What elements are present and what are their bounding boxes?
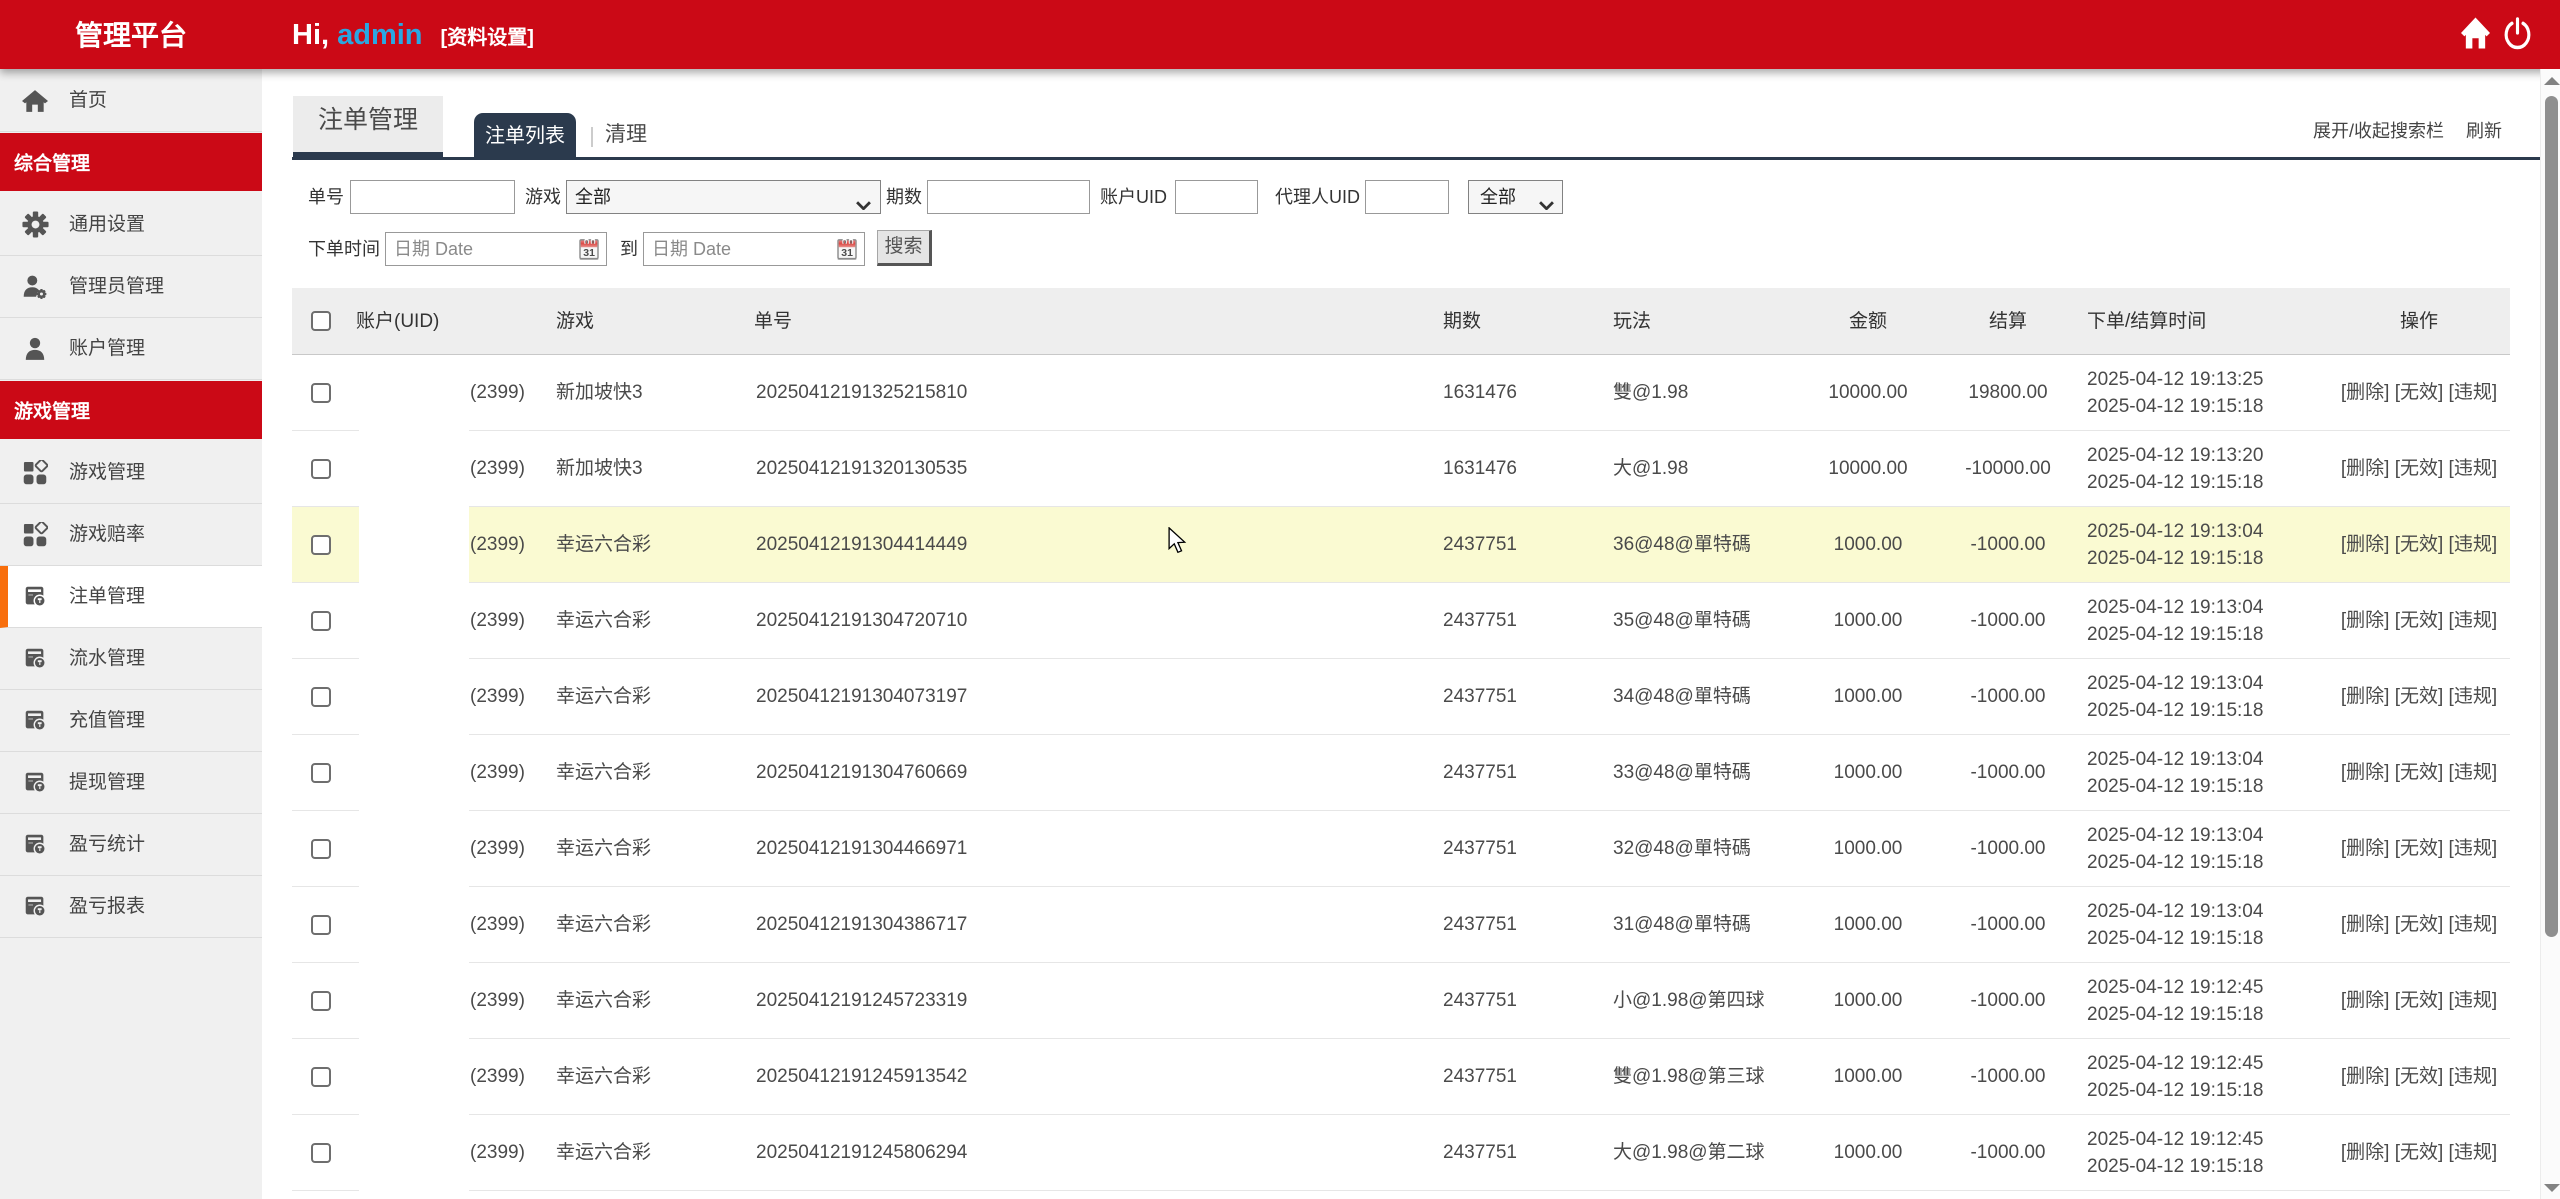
svg-text:31: 31 <box>841 247 853 259</box>
svg-text:31: 31 <box>583 247 595 259</box>
